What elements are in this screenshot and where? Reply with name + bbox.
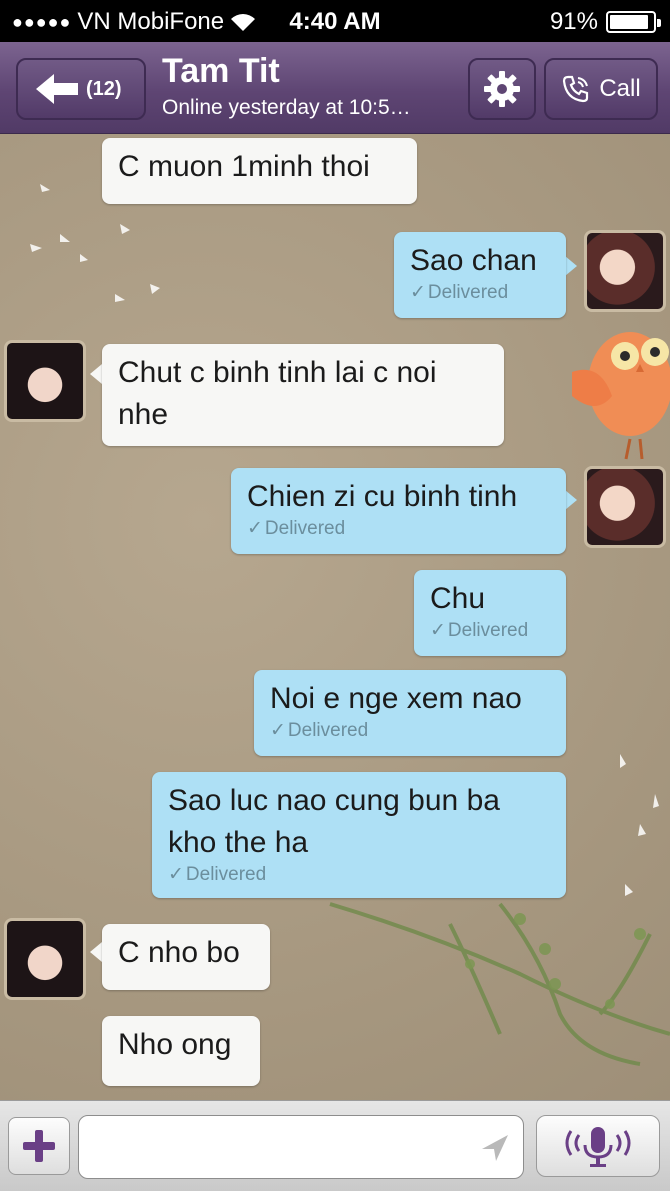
delivery-status: ✓ Delivered [247, 518, 550, 540]
chat-thread[interactable]: C muon 1minh thoi Sao chan ✓ Delivered Ch… [0, 134, 670, 1100]
message-text: Chien zi cu binh tinh [247, 480, 518, 513]
message-input[interactable] [78, 1115, 524, 1179]
message-bubble-outgoing[interactable]: Chien zi cu binh tinh ✓ Delivered [231, 468, 566, 554]
message-bubble-outgoing[interactable]: Sao chan ✓ Delivered [394, 232, 566, 318]
attach-button[interactable] [8, 1117, 70, 1175]
delivery-status: ✓ Delivered [270, 720, 550, 742]
message-bubble-incoming[interactable]: C nho bo [102, 924, 270, 990]
delivery-status-label: Delivered [427, 282, 509, 303]
message-composer [0, 1100, 670, 1191]
gear-icon [484, 71, 520, 107]
bubble-tail [565, 256, 577, 276]
back-arrow-icon [36, 74, 78, 104]
check-icon: ✓ [168, 864, 184, 885]
message-bubble-incoming[interactable]: Chut c binh tinh lai c noi nhe [102, 344, 504, 446]
bubble-tail [90, 942, 102, 962]
message-bubble-outgoing[interactable]: Chu ✓ Delivered [414, 570, 566, 656]
contact-name[interactable]: Tam Tit [162, 52, 280, 91]
avatar[interactable] [584, 466, 666, 548]
message-text: Noi e nge xem nao [270, 682, 522, 715]
delivery-status-label: Delivered [185, 864, 267, 885]
delivery-status-label: Delivered [287, 720, 369, 741]
delivery-status-label: Delivered [447, 620, 529, 641]
battery-icon [606, 11, 661, 33]
battery-fill [610, 15, 648, 29]
phone-icon [563, 75, 589, 103]
message-text: C nho bo [118, 936, 240, 969]
avatar[interactable] [4, 340, 86, 422]
check-icon: ✓ [247, 518, 263, 539]
microphone-icon [565, 1127, 631, 1167]
message-text: Chu [430, 582, 486, 615]
unread-count: (12) [86, 77, 122, 100]
conversation-header: (12) Tam Tit Online yesterday at 10:5… C… [0, 42, 670, 134]
check-icon: ✓ [270, 720, 286, 741]
message-text: C muon 1minh thoi [118, 150, 370, 183]
message-bubble-outgoing[interactable]: Sao luc nao cung bun ba kho the ha ✓ Deli… [152, 772, 566, 898]
delivery-status: ✓ Delivered [430, 620, 550, 642]
call-label: Call [599, 75, 641, 102]
plus-icon [23, 1130, 55, 1162]
bubble-tail [565, 490, 577, 510]
message-bubble-outgoing[interactable]: Noi e nge xem nao ✓ Delivered [254, 670, 566, 756]
avatar[interactable] [4, 918, 86, 1000]
message-text: Sao luc nao cung bun ba kho the ha [168, 784, 500, 859]
check-icon: ✓ [430, 620, 446, 641]
voice-message-button[interactable] [536, 1115, 660, 1177]
battery-percent: 91% [549, 8, 598, 35]
call-button[interactable]: Call [544, 58, 658, 120]
send-icon[interactable] [478, 1131, 512, 1165]
message-text: Nho ong [118, 1028, 232, 1061]
message-bubble-incoming[interactable]: Nho ong [102, 1016, 260, 1086]
bubble-tail [90, 364, 102, 384]
message-text: Chut c binh tinh lai c noi nhe [118, 356, 437, 431]
battery-group: 91% [549, 8, 661, 36]
avatar[interactable] [584, 230, 666, 312]
delivery-status-label: Delivered [264, 518, 346, 539]
delivery-status: ✓ Delivered [168, 864, 550, 886]
delivery-status: ✓ Delivered [410, 282, 550, 304]
status-bar: ●●●●● VN MobiFone 4:40 AM 91% [0, 0, 670, 42]
message-text: Sao chan [410, 244, 537, 277]
settings-button[interactable] [468, 58, 536, 120]
message-bubble-incoming[interactable]: C muon 1minh thoi [102, 138, 417, 204]
back-button[interactable]: (12) [16, 58, 146, 120]
contact-status: Online yesterday at 10:5… [162, 96, 411, 119]
check-icon: ✓ [410, 282, 426, 303]
